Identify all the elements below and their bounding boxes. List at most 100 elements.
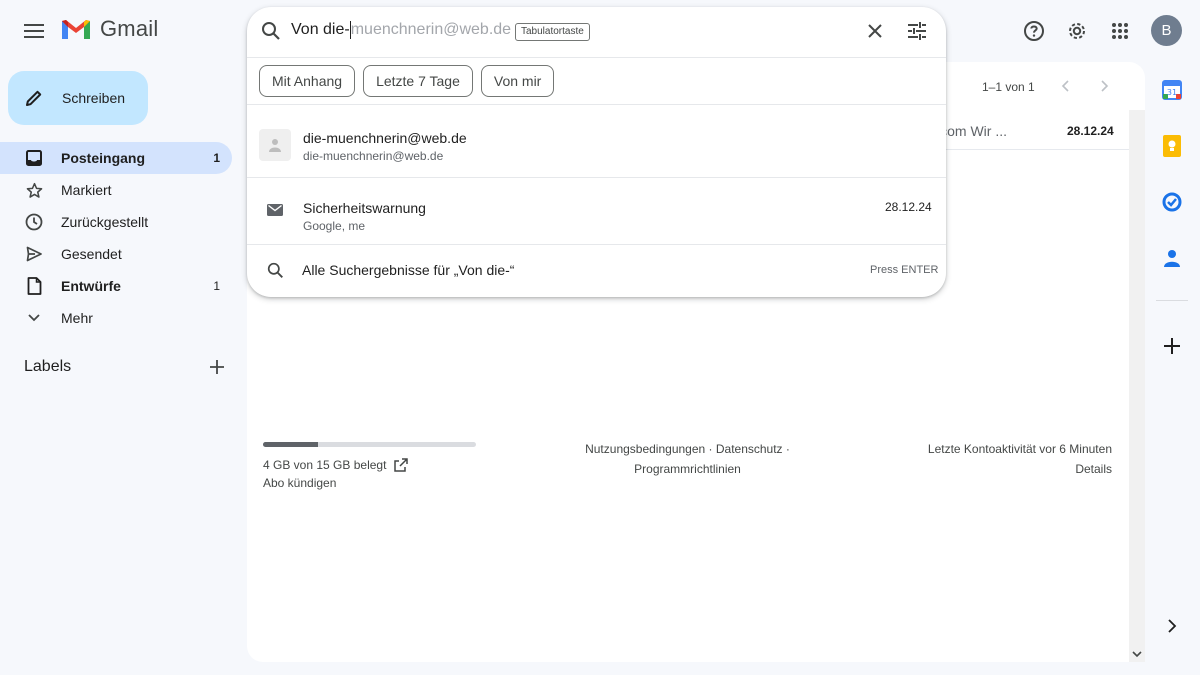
all-results-option[interactable]: Alle Suchergebnisse für „Von die-“	[302, 262, 514, 278]
svg-text:31: 31	[1167, 88, 1177, 97]
help-button[interactable]	[1018, 15, 1050, 47]
storage-info: 4 GB von 15 GB belegt	[263, 458, 409, 472]
storage-text: 4 GB von 15 GB belegt	[263, 458, 387, 472]
terms-links: Nutzungsbedingungen · Datenschutz · Prog…	[560, 439, 815, 479]
chip-has-attachment[interactable]: Mit Anhang	[259, 65, 356, 97]
labels-section: Labels	[24, 358, 224, 376]
clear-search-button[interactable]	[861, 17, 889, 45]
storage-usage-bar	[263, 442, 476, 447]
program-policies-link[interactable]: Programmrichtlinien	[560, 459, 815, 479]
clock-icon	[24, 212, 44, 232]
gear-icon	[1069, 23, 1085, 39]
scrollbar[interactable]	[1129, 110, 1145, 662]
sidebar-item-inbox[interactable]: Posteingang 1	[0, 142, 232, 174]
chip-last-7-days[interactable]: Letzte 7 Tage	[363, 65, 473, 97]
mail-suggestion-sender: Google, me	[303, 219, 366, 233]
tasks-app-button[interactable]	[1160, 190, 1184, 214]
chevron-left-icon	[1061, 80, 1069, 92]
sidebar-item-snoozed[interactable]: Zurückgestellt	[0, 206, 232, 238]
storage-usage-fill	[263, 442, 319, 447]
app-name: Gmail	[100, 16, 159, 41]
calendar-icon: 31	[1162, 80, 1182, 100]
row-divider	[940, 149, 1130, 150]
next-page-button[interactable]	[1096, 78, 1112, 94]
show-side-panel-button[interactable]	[1162, 616, 1182, 636]
sidebar-item-label: Mehr	[61, 310, 93, 326]
gmail-logo[interactable]: Gmail	[60, 16, 158, 42]
tune-icon	[908, 22, 926, 40]
open-in-new-icon	[394, 458, 409, 472]
keep-app-button[interactable]	[1160, 134, 1184, 158]
search-options-button[interactable]	[903, 17, 931, 45]
prev-page-button[interactable]	[1058, 78, 1074, 94]
press-enter-hint: Press ENTER	[870, 264, 939, 276]
keep-icon	[1163, 135, 1181, 157]
add-label-button[interactable]	[210, 360, 224, 374]
pagination-text: 1–1 von 1	[982, 80, 1035, 94]
get-addons-button[interactable]	[1160, 334, 1184, 358]
inbox-icon	[24, 148, 44, 168]
chevron-down-icon	[1132, 650, 1142, 657]
draft-count: 1	[213, 279, 220, 293]
side-panel-divider	[1156, 300, 1188, 301]
close-icon	[868, 24, 882, 38]
search-button[interactable]	[261, 21, 281, 41]
compose-button[interactable]: Schreiben	[8, 71, 148, 125]
pencil-icon	[26, 90, 42, 106]
contact-suggestion-email: die-muenchnerin@web.de	[303, 149, 444, 163]
terms-link[interactable]: Nutzungsbedingungen · Datenschutz ·	[560, 439, 815, 459]
compose-label: Schreiben	[62, 90, 126, 106]
details-link[interactable]: Details	[880, 459, 1112, 479]
account-activity: Letzte Kontoaktivität vor 6 Minuten Deta…	[880, 439, 1112, 479]
scroll-down-button[interactable]	[1129, 646, 1145, 662]
chip-from-me[interactable]: Von mir	[480, 65, 555, 97]
main-menu-button[interactable]	[18, 15, 50, 47]
sidebar-item-label: Posteingang	[61, 150, 146, 166]
manage-storage-link[interactable]	[394, 458, 409, 472]
hamburger-icon	[24, 24, 44, 38]
divider	[247, 177, 946, 178]
search-input[interactable]: Von die- muenchnerin@web.de	[291, 21, 511, 39]
sidebar-item-label: Gesendet	[61, 246, 122, 262]
send-icon	[24, 244, 44, 264]
sidebar-item-sent[interactable]: Gesendet	[0, 238, 232, 270]
sidebar-item-more[interactable]: Mehr	[0, 302, 232, 334]
sidebar-nav: Posteingang 1 Markiert Zurückgestellt Ge…	[0, 142, 232, 334]
contacts-icon	[1164, 250, 1180, 267]
search-icon	[267, 262, 284, 279]
cancel-subscription-link[interactable]: Abo kündigen	[263, 476, 336, 490]
search-dropdown: Von die- muenchnerin@web.de Tabulatortas…	[247, 7, 946, 297]
apps-button[interactable]	[1104, 15, 1136, 47]
search-chips: Mit Anhang Letzte 7 Tage Von mir	[259, 65, 555, 97]
calendar-app-button[interactable]: 31	[1160, 78, 1184, 102]
chevron-right-icon	[1168, 619, 1177, 633]
divider	[247, 57, 946, 58]
unread-count: 1	[213, 151, 220, 165]
star-icon	[24, 180, 44, 200]
sidebar-item-starred[interactable]: Markiert	[0, 174, 232, 206]
contacts-app-button[interactable]	[1160, 246, 1184, 270]
email-row-date: 28.12.24	[1067, 124, 1114, 138]
person-icon	[269, 139, 281, 152]
draft-icon	[24, 276, 44, 296]
settings-button[interactable]	[1061, 15, 1093, 47]
mail-suggestion-subject[interactable]: Sicherheitswarnung	[303, 200, 426, 216]
account-avatar[interactable]: B	[1151, 15, 1182, 46]
gmail-m-icon	[62, 20, 90, 39]
sidebar-item-label: Markiert	[61, 182, 112, 198]
sidebar-item-label: Entwürfe	[61, 278, 121, 294]
search-typed-text: Von die-	[291, 21, 350, 38]
labels-heading: Labels	[24, 358, 72, 375]
plus-icon	[210, 360, 224, 374]
chevron-right-icon	[1101, 80, 1109, 92]
plus-icon	[1164, 338, 1180, 354]
envelope-icon	[267, 204, 283, 216]
activity-text: Letzte Kontoaktivität vor 6 Minuten	[927, 442, 1112, 456]
search-icon	[262, 22, 280, 40]
search-autocomplete: muenchnerin@web.de	[350, 21, 512, 38]
mail-suggestion-date: 28.12.24	[885, 200, 932, 214]
sidebar-item-drafts[interactable]: Entwürfe 1	[0, 270, 232, 302]
divider	[247, 104, 946, 105]
contact-avatar[interactable]	[259, 129, 291, 161]
contact-suggestion-name[interactable]: die-muenchnerin@web.de	[303, 130, 467, 146]
